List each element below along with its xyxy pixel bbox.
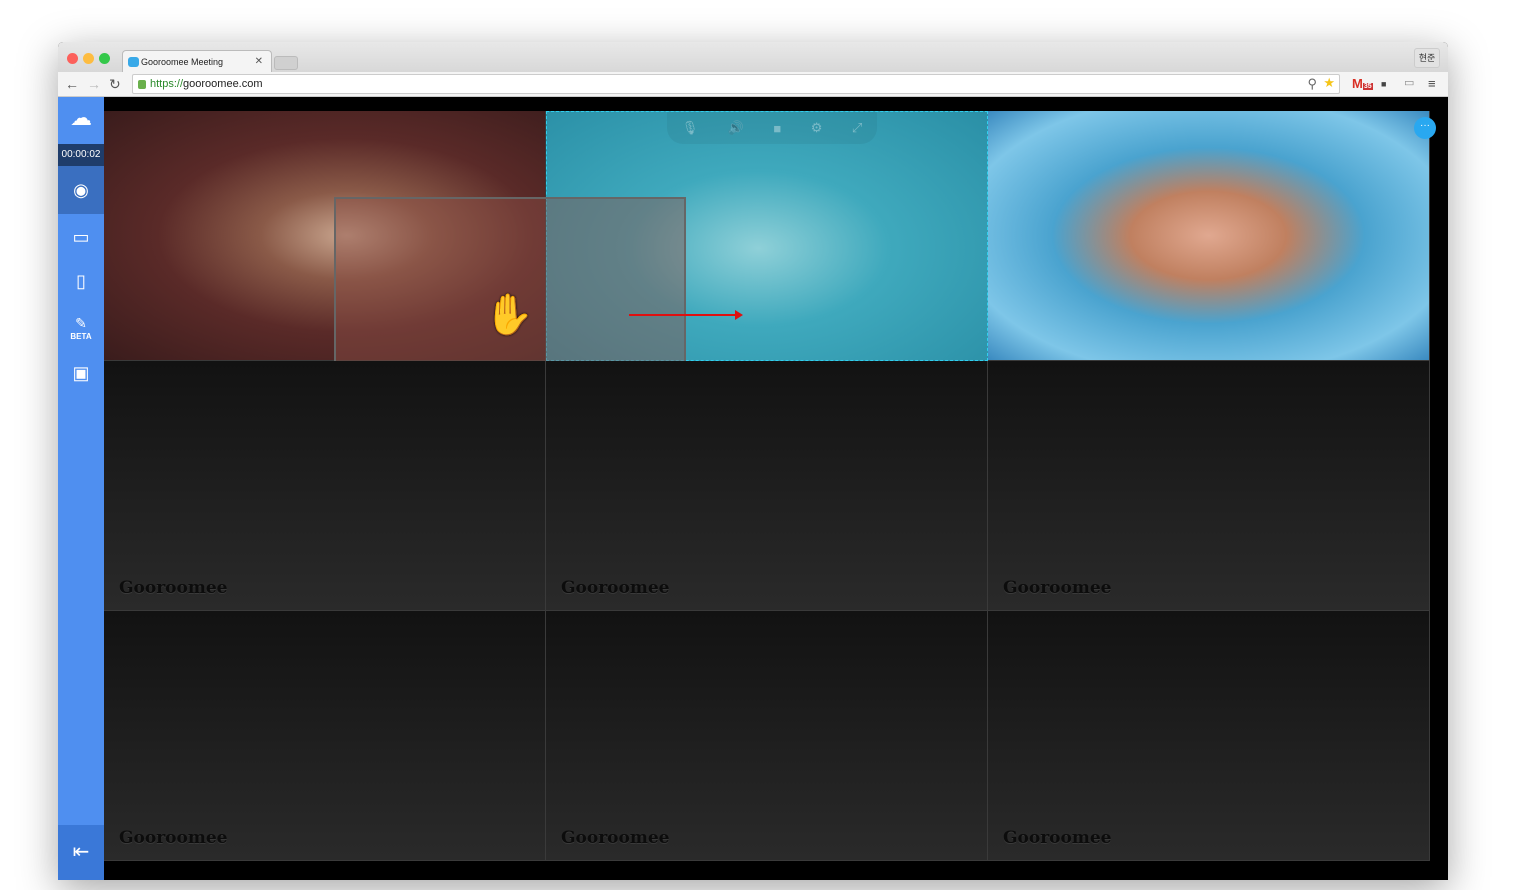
favicon-icon (128, 57, 139, 67)
url-host: gooroomee.com (183, 78, 263, 90)
drag-arrow-icon (629, 310, 743, 320)
tile-label: Gooroomee (561, 578, 670, 598)
video-tile[interactable]: Gooroomee (988, 361, 1430, 611)
tile-label: Gooroomee (561, 828, 670, 848)
browser-window: Gooroomee Meeting ✕ 현준 ← → ↻ https://goor… (58, 42, 1448, 880)
monitor-icon: ▭ (72, 227, 90, 247)
tab-gooroomee[interactable]: Gooroomee Meeting ✕ (122, 50, 272, 72)
video-controls: 🎙 🔊 ■ ⚙ ⤢ (667, 112, 877, 144)
url-scheme: https:// (150, 78, 184, 90)
video-grid: 🎙 🔊 ■ ⚙ ⤢ ··· ✋ Gooroomee Gooroomee Gooroome… (104, 111, 1436, 863)
tile-label: Gooroomee (119, 828, 228, 848)
video-tile[interactable]: Gooroomee (104, 611, 546, 861)
extension-icon[interactable]: ■ (1381, 79, 1386, 89)
screen-share-button[interactable]: ▭ (58, 227, 104, 248)
participants-button[interactable]: ◉ (58, 166, 104, 214)
reload-icon[interactable]: ↻ (109, 76, 121, 93)
cast-icon[interactable]: ▭ (1404, 76, 1414, 89)
gmail-badge: 35 (1362, 83, 1373, 90)
settings-icon[interactable]: ⚙ (811, 120, 823, 136)
user-icon: ◉ (73, 180, 89, 200)
address-bar: ← → ↻ https://gooroomee.com ⚲ ★ M35 ■ ▭ … (58, 72, 1448, 97)
gmail-icon[interactable]: M35 (1352, 76, 1373, 91)
sidebar: ☁ 00:00:02 ◉ ▭ ▯ ✎ BETA ▣ ⇤ (58, 97, 104, 880)
video-tile[interactable]: Gooroomee (104, 361, 546, 611)
new-tab-button[interactable] (274, 56, 298, 70)
maximize-window-button[interactable] (99, 53, 110, 64)
zoom-icon[interactable]: ⚲ (1307, 76, 1317, 92)
notes-button[interactable]: ✎ BETA (58, 315, 104, 341)
clipboard-icon: ▯ (76, 271, 86, 291)
tile-label: Gooroomee (119, 578, 228, 598)
video-tile[interactable]: Gooroomee (988, 611, 1430, 861)
minimize-window-button[interactable] (83, 53, 94, 64)
close-tab-icon[interactable]: ✕ (255, 56, 263, 67)
speaker-icon[interactable]: 🔊 (728, 120, 744, 136)
contacts-button[interactable]: ▣ (58, 363, 104, 384)
menu-icon[interactable]: ≡ (1428, 76, 1436, 91)
tile-label: Gooroomee (1003, 828, 1112, 848)
clipboard-button[interactable]: ▯ (58, 271, 104, 292)
video-tile[interactable]: Gooroomee (546, 611, 988, 861)
contact-book-icon: ▣ (72, 363, 90, 383)
chat-bubble-icon[interactable]: ··· (1414, 117, 1436, 139)
tab-title: Gooroomee Meeting (141, 57, 224, 67)
video-tile[interactable] (988, 111, 1430, 361)
lock-icon (138, 80, 146, 89)
meeting-timer: 00:00:02 (58, 144, 104, 166)
grab-cursor-icon: ✋ (484, 293, 534, 337)
video-tile[interactable]: Gooroomee (546, 361, 988, 611)
fullscreen-icon[interactable]: ⤢ (852, 120, 862, 136)
url-input[interactable]: https://gooroomee.com ⚲ ★ (132, 74, 1340, 94)
beta-label: BETA (70, 332, 92, 341)
notes-icon: ✎ (75, 315, 87, 331)
mic-icon[interactable]: 🎙 (682, 120, 699, 136)
tab-bar: Gooroomee Meeting ✕ 현준 (58, 42, 1448, 72)
back-icon[interactable]: ← (65, 76, 79, 92)
cloud-logo-icon: ☁ (70, 105, 92, 130)
camera-icon[interactable]: ■ (773, 121, 781, 136)
forward-icon[interactable]: → (87, 76, 101, 92)
exit-icon: ⇤ (72, 841, 90, 863)
exit-button[interactable]: ⇤ (58, 825, 104, 880)
profile-button[interactable]: 현준 (1414, 48, 1440, 68)
bookmark-star-icon[interactable]: ★ (1323, 75, 1335, 91)
close-window-button[interactable] (67, 53, 78, 64)
tile-label: Gooroomee (1003, 578, 1112, 598)
